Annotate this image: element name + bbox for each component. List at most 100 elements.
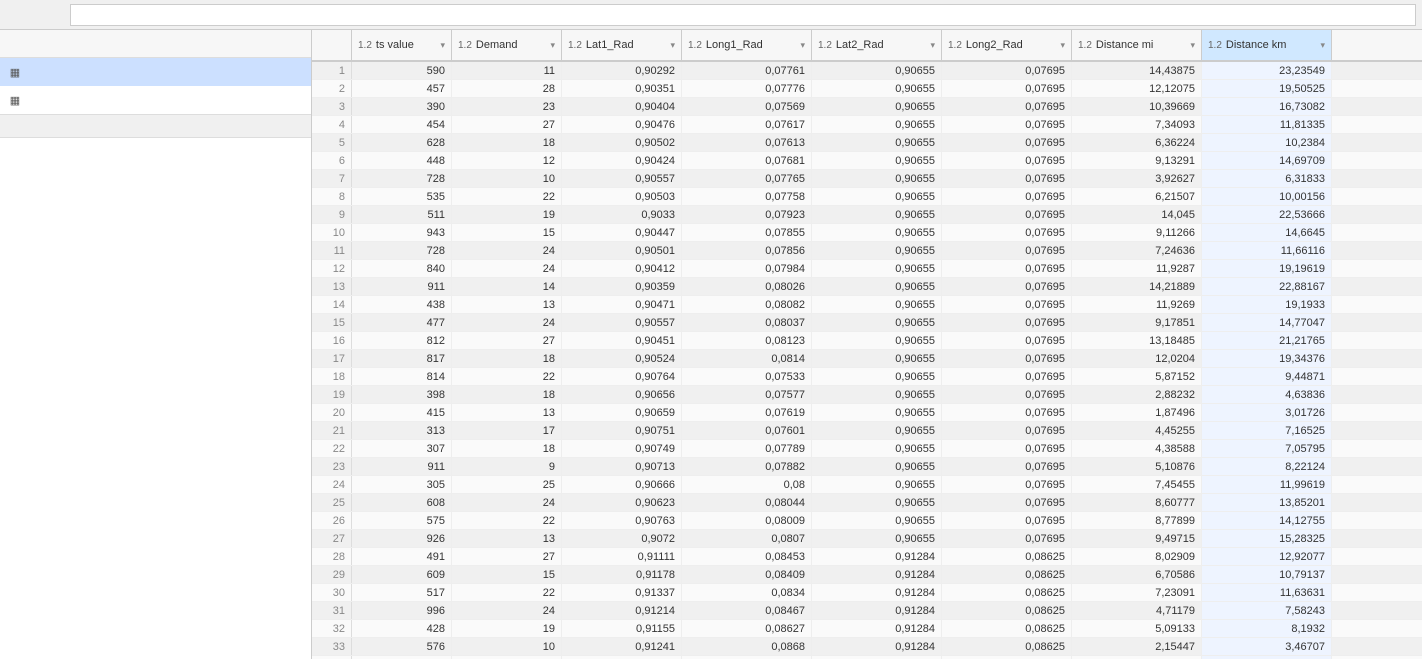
table-cell: 0,90655 [812,188,942,205]
table-cell: 0,90655 [812,242,942,259]
sort-arrow-icon[interactable]: ▾ [670,40,675,51]
table-cell: 8,60777 [1072,494,1202,511]
row-number: 10 [312,224,352,241]
table-row: 15477240,905570,080370,906550,076959,178… [312,314,1422,332]
table-cell: 0,07695 [942,62,1072,79]
table-cell: 9,44871 [1202,368,1332,385]
sort-arrow-icon[interactable]: ▾ [440,40,445,51]
sidebar-item-selection-nl[interactable]: ▦ [0,58,311,86]
row-number: 21 [312,422,352,439]
table-cell: 0,07855 [682,224,812,241]
table-row: 3390230,904040,075690,906550,0769510,396… [312,98,1422,116]
table-row: 6448120,904240,076810,906550,076959,1329… [312,152,1422,170]
table-cell: 398 [352,386,452,403]
table-cell: 17 [452,422,562,439]
type-icon: 1.2 [1208,40,1222,51]
table-row: 25608240,906230,080440,906550,076958,607… [312,494,1422,512]
table-cell: 6,36224 [1072,134,1202,151]
table-cell: 428 [352,620,452,637]
table-cell: 0,90655 [812,278,942,295]
table-cell: 19,1933 [1202,296,1332,313]
table-cell: 576 [352,638,452,655]
table-cell: 0,90655 [812,296,942,313]
table-cell: 0,07695 [942,386,1072,403]
sidebar-item-key-measures[interactable]: ▦ [0,86,311,114]
row-number: 4 [312,116,352,133]
table-cell: 0,0868 [682,638,812,655]
table-cell: 0,90557 [562,314,682,331]
table-row: 30517220,913370,08340,912840,086257,2309… [312,584,1422,602]
table-cell: 728 [352,170,452,187]
table-cell: 0,08627 [682,620,812,637]
col-label: Lat2_Rad [836,39,929,51]
table-cell: 13 [452,530,562,547]
table-cell: 0,07695 [942,404,1072,421]
col-label: ts value [376,39,439,51]
table-cell: 24 [452,314,562,331]
table-cell: 13 [452,404,562,421]
sort-arrow-icon[interactable]: ▾ [930,40,935,51]
formula-input[interactable] [70,4,1416,26]
table-cell: 24 [452,602,562,619]
table-cell: 0,90655 [812,386,942,403]
table-cell: 0,91284 [812,620,942,637]
grid-body[interactable]: 1590110,902920,077610,906550,0769514,438… [312,62,1422,659]
table-cell: 11,99619 [1202,476,1332,493]
sort-arrow-icon[interactable]: ▾ [1190,40,1195,51]
check-button[interactable] [32,4,54,26]
table-cell: 10,2384 [1202,134,1332,151]
sort-arrow-icon[interactable]: ▾ [550,40,555,51]
table-cell: 0,08453 [682,548,812,565]
column-header-long1-rad[interactable]: 1.2 Long1_Rad ▾ [682,30,812,60]
column-header-lat1-rad[interactable]: 1.2 Lat1_Rad ▾ [562,30,682,60]
column-header-long2-rad[interactable]: 1.2 Long2_Rad ▾ [942,30,1072,60]
table-cell: 18 [452,350,562,367]
table-cell: 10 [452,638,562,655]
type-icon: 1.2 [688,40,702,51]
sort-arrow-icon[interactable]: ▾ [800,40,805,51]
table-cell: 0,90655 [812,368,942,385]
sort-arrow-icon[interactable]: ▾ [1320,40,1325,51]
table-cell: 0,90424 [562,152,682,169]
table-cell: 0,07761 [682,62,812,79]
column-header-lat2-rad[interactable]: 1.2 Lat2_Rad ▾ [812,30,942,60]
column-header-ts-value[interactable]: 1.2 ts value ▾ [352,30,452,60]
row-number: 30 [312,584,352,601]
table-cell: 728 [352,242,452,259]
column-header-distance-mi[interactable]: 1.2 Distance mi ▾ [1072,30,1202,60]
table-row: 12840240,904120,079840,906550,0769511,92… [312,260,1422,278]
column-header-demand[interactable]: 1.2 Demand ▾ [452,30,562,60]
column-header-distance-km[interactable]: 1.2 Distance km ▾ [1202,30,1332,60]
table-cell: 18 [452,440,562,457]
table-cell: 477 [352,314,452,331]
table-cell: 11,9269 [1072,296,1202,313]
table-cell: 12,0204 [1072,350,1202,367]
table-cell: 0,90655 [812,80,942,97]
table-cell: 0,08123 [682,332,812,349]
table-cell: 11,66116 [1202,242,1332,259]
table-cell: 0,90502 [562,134,682,151]
table-cell: 22,53666 [1202,206,1332,223]
table-cell: 0,90655 [812,476,942,493]
sort-arrow-icon[interactable]: ▾ [1060,40,1065,51]
table-cell: 12,92077 [1202,548,1332,565]
table-cell: 12 [452,152,562,169]
table-cell: 0,90359 [562,278,682,295]
table-cell: 0,07695 [942,314,1072,331]
table-cell: 0,07695 [942,98,1072,115]
close-button[interactable] [6,4,28,26]
table-cell: 575 [352,512,452,529]
table-cell: 0,08409 [682,566,812,583]
table-cell: 27 [452,332,562,349]
table-cell: 10,39669 [1072,98,1202,115]
table-cell: 7,45455 [1072,476,1202,493]
table-cell: 7,24636 [1072,242,1202,259]
table-cell: 943 [352,224,452,241]
table-row: 17817180,905240,08140,906550,0769512,020… [312,350,1422,368]
table-cell: 14,045 [1072,206,1202,223]
col-label: Lat1_Rad [586,39,669,51]
table-cell: 0,90503 [562,188,682,205]
table-cell: 0,07758 [682,188,812,205]
table-cell: 0,91155 [562,620,682,637]
table-cell: 0,07695 [942,530,1072,547]
